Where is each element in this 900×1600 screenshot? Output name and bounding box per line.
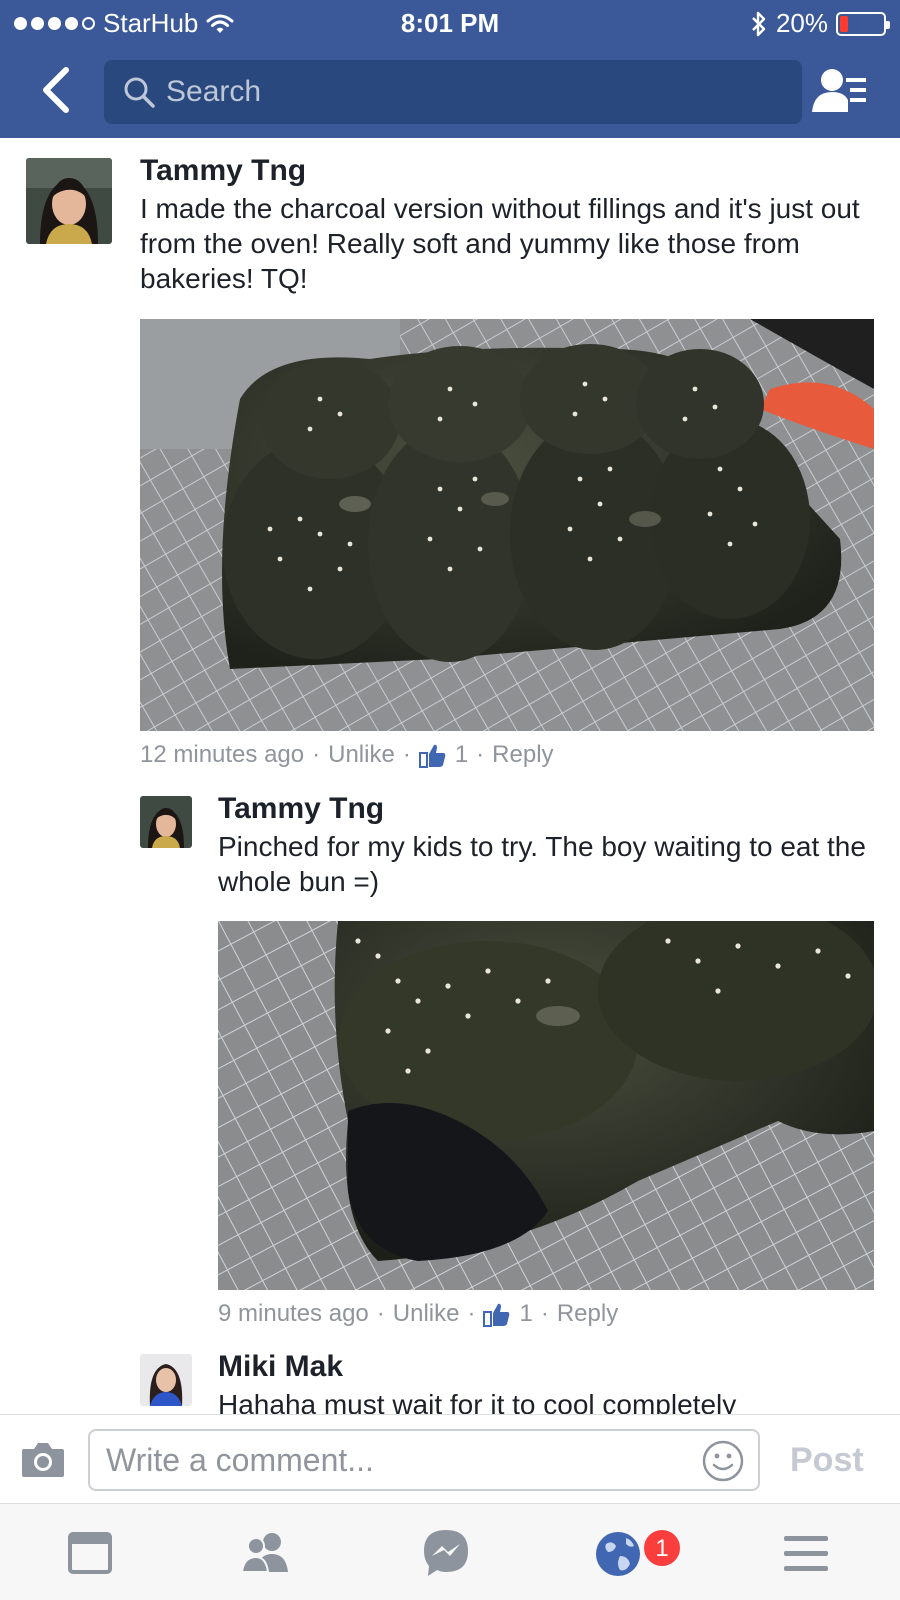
comment-photo[interactable]	[140, 319, 874, 731]
thumbs-up-icon	[483, 1303, 510, 1327]
bitten-bun-photo	[218, 921, 874, 1290]
thumbs-up-icon	[418, 744, 446, 768]
unlike-link[interactable]: Unlike	[393, 1300, 460, 1328]
status-bar: StarHub 8:01 PM 20%	[0, 0, 900, 46]
reply-link[interactable]: Reply	[557, 1300, 618, 1328]
like-count[interactable]: 1	[455, 741, 468, 769]
news-feed-icon[interactable]	[60, 1526, 120, 1582]
comment-timestamp: 9 minutes ago	[218, 1300, 369, 1327]
battery-percent: 20%	[775, 8, 828, 38]
friend-requests-icon[interactable]	[812, 66, 868, 118]
comment-timestamp: 12 minutes ago	[140, 741, 305, 768]
top-navigation-bar: StarHub 8:01 PM 20%	[0, 0, 900, 138]
comment-author[interactable]: Miki Mak	[218, 1350, 343, 1384]
profile-photo	[140, 796, 192, 848]
comment-text: Pinched for my kids to try. The boy wait…	[218, 831, 866, 897]
unlike-link[interactable]: Unlike	[328, 741, 395, 769]
avatar[interactable]	[140, 1354, 192, 1406]
charcoal-buns-photo	[140, 319, 874, 731]
separator-dot: ·	[376, 1300, 385, 1327]
separator-dot: ·	[402, 741, 411, 768]
reply-link[interactable]: Reply	[492, 741, 553, 769]
messenger-icon[interactable]	[416, 1526, 476, 1582]
comment-text: I made the charcoal version without fill…	[140, 193, 860, 294]
separator-dot: ·	[540, 1300, 549, 1327]
avatar[interactable]	[140, 796, 192, 848]
back-arrow-icon[interactable]	[34, 64, 78, 116]
camera-icon[interactable]	[20, 1439, 66, 1479]
post-button[interactable]: Post	[790, 1441, 864, 1480]
notifications-badge: 1	[642, 1528, 682, 1568]
profile-photo	[26, 158, 112, 244]
separator-dot: ·	[467, 1300, 476, 1327]
comment-meta: 12 minutes ago · Unlike · 1 · Reply	[140, 741, 554, 769]
separator-dot: ·	[312, 741, 321, 768]
comment-meta: 9 minutes ago · Unlike · 1 · Reply	[218, 1300, 618, 1328]
search-icon	[124, 77, 155, 108]
battery-icon	[836, 11, 890, 36]
bottom-tab-bar: 1	[0, 1504, 900, 1600]
comment-photo[interactable]	[218, 921, 874, 1290]
comment-author[interactable]: Tammy Tng	[218, 792, 384, 826]
search-bar[interactable]	[104, 60, 802, 124]
avatar[interactable]	[26, 158, 112, 244]
like-count[interactable]: 1	[519, 1300, 532, 1328]
friends-icon[interactable]	[236, 1526, 296, 1582]
battery-level	[840, 15, 849, 32]
bluetooth-icon	[752, 11, 766, 36]
status-right: 20%	[750, 8, 890, 39]
comment-input-box[interactable]	[88, 1429, 760, 1491]
comment-author[interactable]: Tammy Tng	[140, 154, 306, 188]
menu-icon[interactable]	[776, 1526, 836, 1582]
comment-composer: Post	[0, 1414, 900, 1504]
search-input[interactable]	[166, 60, 786, 124]
profile-photo	[140, 1354, 192, 1406]
comment-input[interactable]	[106, 1431, 676, 1489]
emoji-icon[interactable]	[702, 1440, 744, 1482]
separator-dot: ·	[476, 741, 485, 768]
